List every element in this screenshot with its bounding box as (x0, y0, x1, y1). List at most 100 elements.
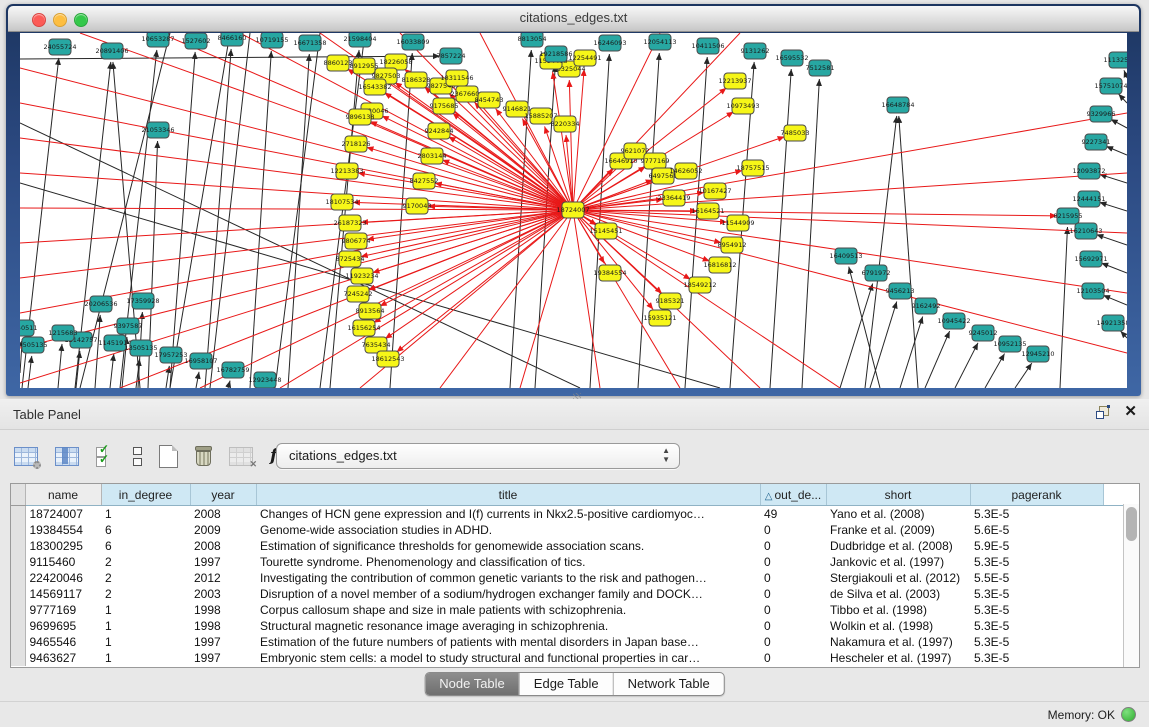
table-cell[interactable]: 2 (101, 586, 190, 602)
table-cell[interactable]: 1998 (190, 618, 256, 634)
tab-edge-table[interactable]: Edge Table (519, 673, 613, 695)
table-row[interactable]: 969969511998Structural magnetic resonanc… (11, 618, 1123, 634)
table-cell[interactable]: Investigating the contribution of common… (256, 570, 760, 586)
table-cell[interactable]: Structural magnetic resonance image aver… (256, 618, 760, 634)
table-cell[interactable]: 49 (760, 506, 826, 523)
float-panel-icon[interactable] (1096, 405, 1110, 419)
table-cell[interactable]: Yano et al. (2008) (826, 506, 970, 523)
show-column-button[interactable] (55, 447, 79, 466)
table-cell[interactable]: 0 (760, 538, 826, 554)
tab-node-table[interactable]: Node Table (425, 673, 519, 695)
table-cell[interactable]: 5.3E-5 (970, 602, 1103, 618)
table-row[interactable]: 1872400712008Changes of HCN gene express… (11, 506, 1123, 523)
table-cell[interactable]: Estimation of significance thresholds fo… (256, 538, 760, 554)
table-cell[interactable]: 1 (101, 618, 190, 634)
table-cell[interactable]: 5.3E-5 (970, 586, 1103, 602)
table-row[interactable]: 977716911998Corpus callosum shape and si… (11, 602, 1123, 618)
close-panel-icon[interactable]: ✕ (1124, 405, 1137, 419)
table-cell[interactable]: 0 (760, 618, 826, 634)
new-document-button[interactable] (159, 445, 178, 468)
table-cell[interactable]: 0 (760, 650, 826, 666)
table-cell[interactable]: 2 (101, 570, 190, 586)
table-cell[interactable]: 5.3E-5 (970, 506, 1103, 523)
table-cell[interactable]: 0 (760, 554, 826, 570)
vertical-scrollbar[interactable] (1123, 504, 1139, 667)
table-cell[interactable]: 2008 (190, 506, 256, 523)
select-columns-button[interactable]: ✓ ✓ (96, 446, 116, 466)
column-header-name[interactable]: name (25, 484, 101, 506)
table-cell[interactable]: Corpus callosum shape and size in male p… (256, 602, 760, 618)
table-cell[interactable]: 0 (760, 602, 826, 618)
table-cell[interactable]: 5.9E-5 (970, 538, 1103, 554)
table-cell[interactable]: Embryonic stem cells: a model to study s… (256, 650, 760, 666)
table-cell[interactable]: 5.3E-5 (970, 650, 1103, 666)
table-cell[interactable]: 1997 (190, 554, 256, 570)
table-cell[interactable]: 0 (760, 570, 826, 586)
table-cell[interactable]: 2012 (190, 570, 256, 586)
table-settings-button[interactable] (14, 447, 38, 466)
table-cell[interactable]: 19384554 (25, 522, 101, 538)
table-cell[interactable]: Wolkin et al. (1998) (826, 618, 970, 634)
row-gutter[interactable] (11, 538, 25, 554)
table-cell[interactable]: Tourette syndrome. Phenomenology and cla… (256, 554, 760, 570)
row-height-button[interactable] (133, 447, 142, 466)
table-cell[interactable]: Genome-wide association studies in ADHD. (256, 522, 760, 538)
table-cell[interactable]: Stergiakouli et al. (2012) (826, 570, 970, 586)
table-cell[interactable]: 5.3E-5 (970, 634, 1103, 650)
table-row[interactable]: 1830029562008Estimation of significance … (11, 538, 1123, 554)
row-gutter[interactable] (11, 586, 25, 602)
table-cell[interactable]: 9777169 (25, 602, 101, 618)
table-cell[interactable]: 5.6E-5 (970, 522, 1103, 538)
table-cell[interactable]: Tibbo et al. (1998) (826, 602, 970, 618)
table-cell[interactable]: 1997 (190, 650, 256, 666)
table-cell[interactable]: 9115460 (25, 554, 101, 570)
table-cell[interactable]: 5.3E-5 (970, 618, 1103, 634)
table-cell[interactable]: 18724007 (25, 506, 101, 523)
row-gutter[interactable] (11, 602, 25, 618)
table-cell[interactable]: 1 (101, 506, 190, 523)
row-gutter[interactable] (11, 634, 25, 650)
row-gutter[interactable] (11, 506, 25, 523)
table-cell[interactable]: Changes of HCN gene expression and I(f) … (256, 506, 760, 523)
row-gutter[interactable] (11, 554, 25, 570)
table-cell[interactable]: 1 (101, 634, 190, 650)
table-cell[interactable]: 5.5E-5 (970, 570, 1103, 586)
row-gutter[interactable] (11, 522, 25, 538)
table-row[interactable]: 2242004622012Investigating the contribut… (11, 570, 1123, 586)
table-cell[interactable]: Nakamura et al. (1997) (826, 634, 970, 650)
table-cell[interactable]: 22420046 (25, 570, 101, 586)
table-cell[interactable]: Disruption of a novel member of a sodium… (256, 586, 760, 602)
column-header-short[interactable]: short (826, 484, 970, 506)
table-row[interactable]: 946362711997Embryonic stem cells: a mode… (11, 650, 1123, 666)
table-row[interactable]: 1456911722003Disruption of a novel membe… (11, 586, 1123, 602)
table-cell[interactable]: 5.3E-5 (970, 554, 1103, 570)
table-cell[interactable]: 18300295 (25, 538, 101, 554)
table-cell[interactable]: Dudbridge et al. (2008) (826, 538, 970, 554)
table-cell[interactable]: 2008 (190, 538, 256, 554)
table-cell[interactable]: 6 (101, 522, 190, 538)
table-cell[interactable]: 2 (101, 554, 190, 570)
memory-ok-indicator[interactable] (1121, 707, 1136, 722)
column-header-year[interactable]: year (190, 484, 256, 506)
row-gutter[interactable] (11, 650, 25, 666)
column-header-out-de-[interactable]: △out_de... (760, 484, 826, 506)
table-cell[interactable]: Jankovic et al. (1997) (826, 554, 970, 570)
table-cell[interactable]: 6 (101, 538, 190, 554)
table-row[interactable]: 911546021997Tourette syndrome. Phenomeno… (11, 554, 1123, 570)
tab-network-table[interactable]: Network Table (613, 673, 724, 695)
scrollbar-thumb[interactable] (1126, 507, 1137, 541)
table-cell[interactable]: 14569117 (25, 586, 101, 602)
table-cell[interactable]: 0 (760, 634, 826, 650)
column-header-title[interactable]: title (256, 484, 760, 506)
row-gutter[interactable] (11, 618, 25, 634)
table-cell[interactable]: de Silva et al. (2003) (826, 586, 970, 602)
column-header-pagerank[interactable]: pagerank (970, 484, 1103, 506)
table-cell[interactable]: Estimation of the future numbers of pati… (256, 634, 760, 650)
table-cell[interactable]: 9699695 (25, 618, 101, 634)
table-cell[interactable]: Hescheler et al. (1997) (826, 650, 970, 666)
table-selector[interactable]: citations_edges.txt ▲▼ (276, 443, 680, 469)
table-cell[interactable]: 9463627 (25, 650, 101, 666)
table-cell[interactable]: 1998 (190, 602, 256, 618)
table-cell[interactable]: 0 (760, 586, 826, 602)
table-row[interactable]: 1938455462009Genome-wide association stu… (11, 522, 1123, 538)
